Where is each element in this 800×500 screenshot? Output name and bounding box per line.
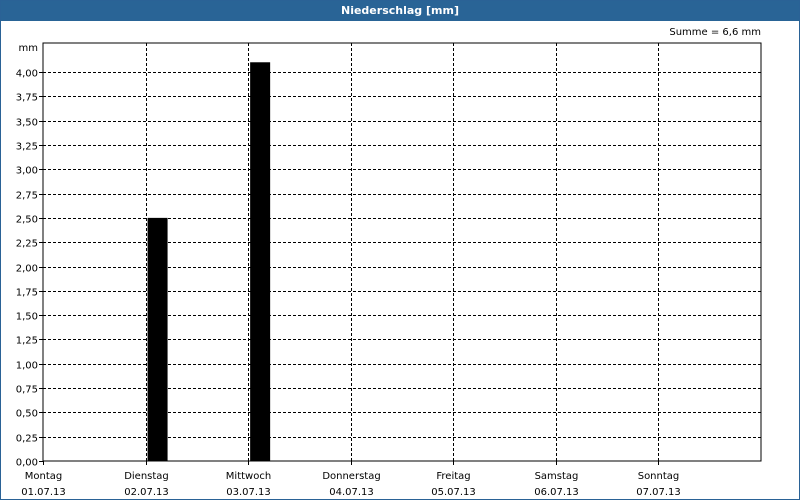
x-tick-label-date: 01.07.13 [21, 487, 66, 498]
y-axis-unit-label: mm [19, 43, 38, 54]
x-tick-label-day: Mittwoch [226, 471, 271, 482]
x-tick-label-day: Freitag [436, 471, 470, 482]
x-tick-label-day: Sonntag [638, 471, 680, 482]
x-tick-label-date: 04.07.13 [329, 487, 374, 498]
chart-window: Niederschlag [mm] Summe = 6,6 mm 0,00 0,2… [0, 0, 800, 500]
y-tick-label: 1,00 [16, 361, 38, 372]
x-tick-label-day: Montag [25, 471, 62, 482]
y-tick-label: 0,00 [16, 458, 38, 469]
y-tick-label: 1,75 [16, 288, 38, 299]
y-tick-label: 4,00 [16, 69, 38, 80]
precipitation-bar [250, 62, 271, 462]
y-tick-label: 2,50 [16, 215, 38, 226]
y-tick-label: 1,50 [16, 312, 38, 323]
y-tick-label: 0,75 [16, 385, 38, 396]
x-tick-label-day: Samstag [535, 471, 579, 482]
y-tick-label: 3,75 [16, 93, 38, 104]
y-tick-label: 3,25 [16, 142, 38, 153]
x-tick-label-day: Donnerstag [322, 471, 380, 482]
y-tick-label: 3,50 [16, 118, 38, 129]
x-tick-label-date: 06.07.13 [534, 487, 579, 498]
y-tick-label: 2,75 [16, 191, 38, 202]
y-tick-label: 3,00 [16, 166, 38, 177]
precipitation-chart: 0,00 0,25 0,50 0,75 1,00 1,25 1,50 1,75 2,00 2,25… [16, 42, 762, 498]
y-tick-label: 2,00 [16, 264, 38, 275]
x-tick-label-date: 02.07.13 [124, 487, 169, 498]
x-tick-label-date: 05.07.13 [431, 487, 476, 498]
y-tick-label: 2,25 [16, 239, 38, 250]
y-tick-label: 1,25 [16, 336, 38, 347]
y-tick-label: 0,25 [16, 434, 38, 445]
x-tick-label-date: 03.07.13 [226, 487, 271, 498]
y-tick-label: 0,50 [16, 409, 38, 420]
x-tick-label-date: 07.07.13 [636, 487, 681, 498]
x-tick-label-day: Dienstag [124, 471, 169, 482]
precipitation-bar [147, 217, 168, 461]
